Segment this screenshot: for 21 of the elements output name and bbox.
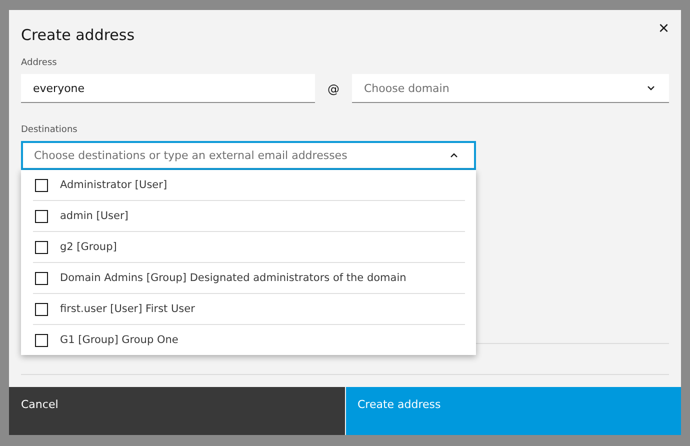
option-item[interactable]: G1 [Group] Group One (33, 325, 465, 355)
close-button[interactable]: × (658, 18, 669, 38)
cancel-button[interactable]: Cancel (9, 387, 344, 435)
option-item[interactable]: Administrator [User] (33, 170, 465, 201)
address-input[interactable]: everyone (21, 74, 315, 103)
checkbox[interactable] (35, 334, 48, 346)
field-label: Destinations (21, 125, 78, 135)
checkbox[interactable] (35, 272, 48, 284)
at-sign: @ (326, 82, 340, 96)
checkbox[interactable] (35, 240, 48, 254)
checkbox[interactable] (35, 178, 48, 192)
option-item[interactable]: g2 [Group] (33, 232, 465, 263)
checkbox[interactable] (35, 302, 48, 316)
option-item[interactable]: admin [User] (33, 201, 465, 232)
domain-dropdown[interactable]: Choose domain (352, 74, 669, 103)
field-label: Address (21, 58, 58, 68)
checkbox[interactable] (35, 210, 48, 222)
destinations-combobox[interactable]: Choose destinations or type an external email addresses (21, 141, 476, 170)
option-item[interactable]: first.user [User] First User (33, 294, 465, 325)
dialog-title: Create address (21, 26, 135, 44)
option-item[interactable]: Domain Admins [Group] Designated administrators of the domain (33, 263, 465, 294)
